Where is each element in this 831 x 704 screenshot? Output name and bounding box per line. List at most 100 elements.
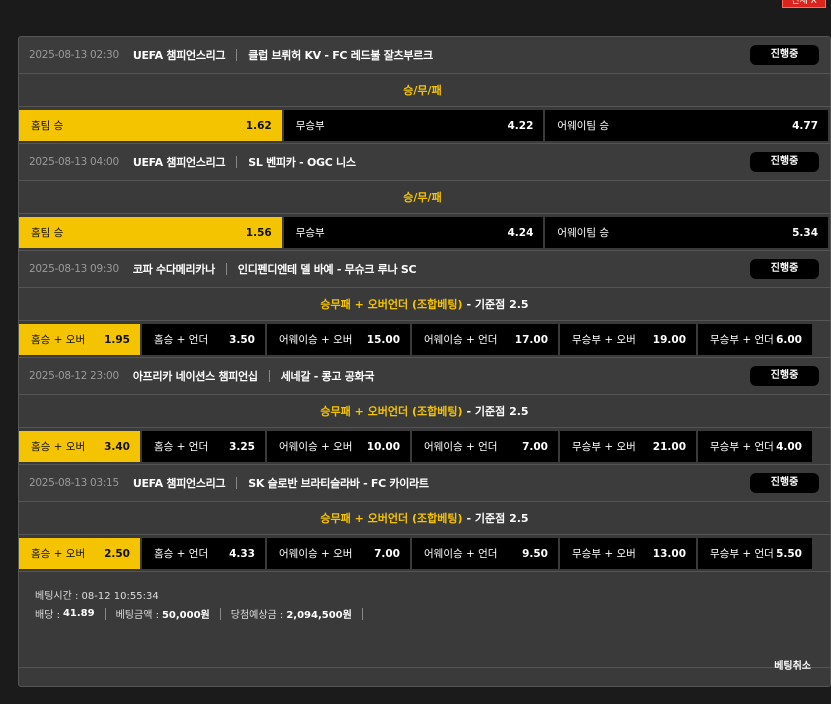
option-label: 어웨이팀 승 bbox=[557, 227, 610, 239]
option-label: 어웨이승 + 언더 bbox=[424, 334, 498, 346]
option-odds: 2.50 bbox=[104, 547, 130, 560]
option-odds: 7.00 bbox=[522, 440, 548, 453]
match-header: 2025-08-12 23:00 아프리카 네이션스 챔피언십 세네갈 - 콩고 공… bbox=[19, 358, 830, 395]
option-label: 홈승 + 언더 bbox=[154, 334, 209, 346]
option-label: 무승부 + 오버 bbox=[572, 441, 636, 453]
option-odds: 5.34 bbox=[792, 226, 819, 239]
amount-label: 베팅금액 : bbox=[115, 610, 159, 621]
odds-option-selected[interactable]: 홈승 + 오버 2.50 bbox=[19, 538, 140, 569]
odds-option-selected[interactable]: 홈팀 승 1.56 bbox=[19, 217, 282, 248]
market-title: 승/무/패 bbox=[19, 74, 830, 107]
match-header: 2025-08-13 02:30 UEFA 챔피언스리그 클럽 브뤼허 KV - F… bbox=[19, 37, 830, 74]
option-odds: 4.77 bbox=[792, 119, 819, 132]
odds-option[interactable]: 어웨이승 + 언더 9.50 bbox=[412, 538, 558, 569]
match-block: 2025-08-13 04:00 UEFA 챔피언스리그 SL 벤피카 - OGC … bbox=[19, 144, 830, 251]
option-odds: 1.56 bbox=[245, 226, 272, 239]
market-baseline: - 기준점 2.5 bbox=[466, 405, 529, 418]
match-teams: SL 벤피카 - OGC 니스 bbox=[248, 156, 356, 169]
odds-option[interactable]: 홈승 + 언더 3.50 bbox=[142, 324, 265, 355]
match-date: 2025-08-13 03:15 bbox=[29, 477, 119, 489]
odds-option[interactable]: 무승부 + 오버 13.00 bbox=[560, 538, 696, 569]
odds-option[interactable]: 무승부 + 언더 6.00 bbox=[698, 324, 812, 355]
odds-option[interactable]: 무승부 + 언더 5.50 bbox=[698, 538, 812, 569]
market-title: 승무패 + 오버언더 (조합베팅) - 기준점 2.5 bbox=[19, 395, 830, 428]
odds-option[interactable]: 무승부 4.24 bbox=[283, 217, 544, 248]
status-badge: 진행중 bbox=[750, 152, 819, 172]
divider bbox=[219, 607, 221, 620]
status-badge: 진행중 bbox=[750, 45, 819, 65]
divider bbox=[268, 370, 270, 382]
odds-option[interactable]: 무승부 4.22 bbox=[283, 110, 544, 141]
option-label: 어웨이승 + 오버 bbox=[279, 548, 353, 560]
match-teams: 인디펜디엔테 델 바예 - 무슈크 루나 SC bbox=[237, 263, 417, 276]
divider bbox=[236, 156, 238, 168]
option-label: 홈승 + 언더 bbox=[154, 441, 209, 453]
bet-summary: 베팅시간 : 08-12 10:55:34 배당 : 41.89 베팅금액 : … bbox=[19, 572, 830, 668]
option-odds: 3.25 bbox=[229, 440, 255, 453]
match-header: 2025-08-13 03:15 UEFA 챔피언스리그 SK 슬로반 브라티슬라바… bbox=[19, 465, 830, 502]
status-badge: 진행중 bbox=[750, 366, 819, 386]
option-label: 어웨이팀 승 bbox=[557, 120, 610, 132]
option-label: 홈팀 승 bbox=[31, 120, 64, 132]
market-name: 승무패 + 오버언더 (조합베팅) bbox=[320, 405, 463, 418]
odds-option[interactable]: 홈승 + 언더 3.25 bbox=[142, 431, 265, 462]
expected-value: 2,094,500원 bbox=[286, 610, 352, 621]
odds-option[interactable]: 무승부 + 오버 21.00 bbox=[560, 431, 696, 462]
league-name: 코파 수다메리카나 bbox=[132, 263, 215, 276]
option-odds: 13.00 bbox=[652, 547, 686, 560]
market-title: 승무패 + 오버언더 (조합베팅) - 기준점 2.5 bbox=[19, 288, 830, 321]
option-label: 무승부 + 오버 bbox=[572, 334, 636, 346]
odds-option[interactable]: 어웨이승 + 오버 10.00 bbox=[267, 431, 410, 462]
match-header: 2025-08-13 04:00 UEFA 챔피언스리그 SL 벤피카 - OGC … bbox=[19, 144, 830, 181]
odds-option[interactable]: 어웨이승 + 오버 7.00 bbox=[267, 538, 410, 569]
divider bbox=[236, 477, 238, 489]
odds-option[interactable]: 어웨이팀 승 5.34 bbox=[545, 217, 829, 248]
odds-option[interactable]: 어웨이팀 승 4.77 bbox=[545, 110, 829, 141]
option-odds: 17.00 bbox=[514, 333, 548, 346]
odds-option-selected[interactable]: 홈승 + 오버 3.40 bbox=[19, 431, 140, 462]
option-odds: 4.33 bbox=[229, 547, 255, 560]
market-baseline: - 기준점 2.5 bbox=[466, 512, 529, 525]
option-odds: 3.40 bbox=[104, 440, 130, 453]
odds-row: 홈승 + 오버 3.40 홈승 + 언더 3.25 어웨이승 + 오버 10.00 어웨이승… bbox=[19, 428, 830, 465]
expected-label: 당첨예상금 : bbox=[230, 610, 284, 621]
option-odds: 5.50 bbox=[776, 547, 802, 560]
option-odds: 21.00 bbox=[652, 440, 686, 453]
option-label: 무승부 + 언더 bbox=[710, 334, 774, 346]
match-header: 2025-08-13 09:30 코파 수다메리카나 인디펜디엔테 델 바예 - 무… bbox=[19, 251, 830, 288]
option-odds: 1.62 bbox=[245, 119, 272, 132]
odds-option[interactable]: 어웨이승 + 오버 15.00 bbox=[267, 324, 410, 355]
match-date: 2025-08-13 09:30 bbox=[29, 263, 119, 275]
league-name: UEFA 챔피언스리그 bbox=[132, 477, 226, 490]
odds-option-selected[interactable]: 홈팀 승 1.62 bbox=[19, 110, 282, 141]
option-odds: 9.50 bbox=[522, 547, 548, 560]
odds-option[interactable]: 어웨이승 + 언더 7.00 bbox=[412, 431, 558, 462]
odds-option-selected[interactable]: 홈승 + 오버 1.95 bbox=[19, 324, 140, 355]
option-odds: 4.24 bbox=[507, 226, 534, 239]
option-label: 홈팀 승 bbox=[31, 227, 64, 239]
match-list: 2025-08-13 02:30 UEFA 챔피언스리그 클럽 브뤼허 KV - F… bbox=[19, 37, 830, 572]
option-odds: 4.00 bbox=[776, 440, 802, 453]
amount-value: 50,000원 bbox=[161, 610, 210, 621]
odds-option[interactable]: 홈승 + 언더 4.33 bbox=[142, 538, 265, 569]
status-badge: 진행중 bbox=[750, 473, 819, 493]
cancel-bet-button[interactable]: 베팅취소 bbox=[774, 657, 811, 672]
odds-value: 41.89 bbox=[62, 608, 95, 619]
option-label: 홈승 + 오버 bbox=[31, 548, 86, 560]
option-label: 홈승 + 언더 bbox=[154, 548, 209, 560]
bet-history-panel: 2025-08-13 02:30 UEFA 챔피언스리그 클럽 브뤼허 KV - F… bbox=[18, 36, 831, 687]
option-odds: 3.50 bbox=[229, 333, 255, 346]
market-title: 승무패 + 오버언더 (조합베팅) - 기준점 2.5 bbox=[19, 502, 830, 535]
match-block: 2025-08-13 02:30 UEFA 챔피언스리그 클럽 브뤼허 KV - F… bbox=[19, 37, 830, 144]
status-badge: 진행중 bbox=[750, 259, 819, 279]
odds-option[interactable]: 어웨이승 + 언더 17.00 bbox=[412, 324, 558, 355]
match-date: 2025-08-12 23:00 bbox=[29, 370, 119, 382]
odds-row: 홈승 + 오버 2.50 홈승 + 언더 4.33 어웨이승 + 오버 7.00 어웨이승 … bbox=[19, 535, 830, 572]
market-name: 승무패 + 오버언더 (조합베팅) bbox=[320, 298, 463, 311]
option-odds: 15.00 bbox=[366, 333, 400, 346]
option-odds: 1.95 bbox=[104, 333, 130, 346]
close-all-button[interactable]: 전체 X bbox=[782, 0, 826, 8]
odds-option[interactable]: 무승부 + 오버 19.00 bbox=[560, 324, 696, 355]
league-name: UEFA 챔피언스리그 bbox=[132, 156, 226, 169]
odds-option[interactable]: 무승부 + 언더 4.00 bbox=[698, 431, 812, 462]
